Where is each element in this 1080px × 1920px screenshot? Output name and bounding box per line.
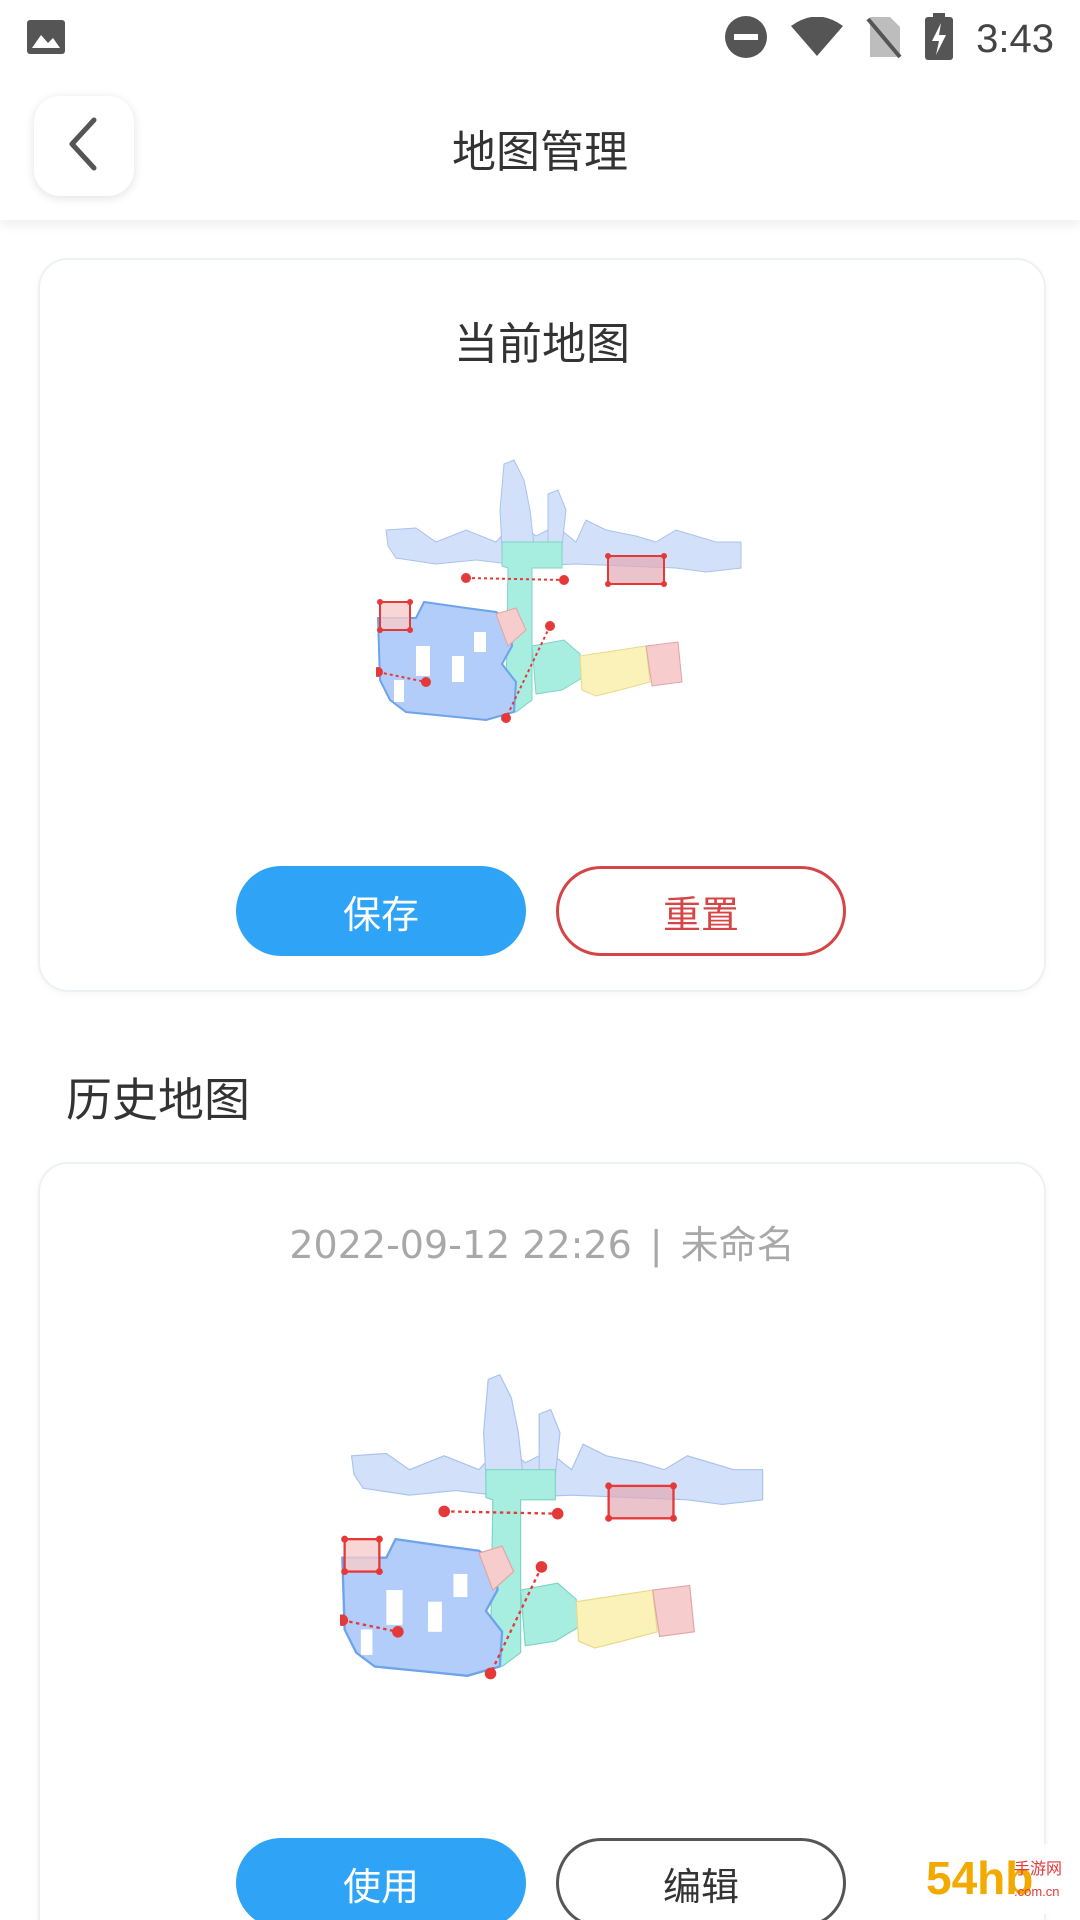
current-map-title: 当前地图 <box>454 319 630 370</box>
app-header: 地图管理 <box>0 78 1080 220</box>
current-map-card: 当前地图 保存 重置 <box>38 258 1046 992</box>
page-title: 地图管理 <box>452 127 628 178</box>
do-not-disturb-icon <box>724 15 768 63</box>
image-icon <box>26 19 66 59</box>
battery-charging-icon <box>924 13 954 65</box>
save-button[interactable]: 保存 <box>236 866 526 956</box>
history-map-separator: | <box>649 1223 663 1267</box>
history-map-card: 2022-09-12 22:26 | 未命名 使用 编辑 <box>38 1162 1046 1920</box>
use-map-button[interactable]: 使用 <box>236 1838 526 1920</box>
no-go-zone <box>607 555 665 585</box>
floor-plan <box>376 459 742 722</box>
history-map-image[interactable] <box>340 1360 780 1760</box>
no-go-zone <box>379 601 411 631</box>
status-bar: 3:43 <box>0 0 1080 78</box>
history-map-date: 2022-09-12 22:26 <box>289 1223 632 1267</box>
svg-text:.com.cn: .com.cn <box>1014 1884 1060 1899</box>
floor-plan <box>341 1374 764 1677</box>
history-map-name: 未命名 <box>680 1223 795 1267</box>
no-sim-icon <box>866 15 902 63</box>
history-section-title: 历史地图 <box>66 1073 250 1127</box>
no-go-zone <box>343 1538 381 1573</box>
status-time: 3:43 <box>976 16 1054 61</box>
current-map-image[interactable] <box>376 450 756 790</box>
no-go-zone <box>607 1484 675 1520</box>
edit-map-button[interactable]: 编辑 <box>556 1838 846 1920</box>
map-management-screen: 3:43 地图管理 当前地图 保存 重置 历史地图 2022-09-12 22:… <box>0 0 1080 1920</box>
wifi-icon <box>790 16 844 61</box>
reset-button[interactable]: 重置 <box>556 866 846 956</box>
site-watermark-logo: 54hb 手游网 .com.cn <box>922 1844 1072 1914</box>
svg-text:手游网: 手游网 <box>1014 1859 1062 1878</box>
history-map-meta: 2022-09-12 22:26 | 未命名 <box>40 1214 1044 1269</box>
